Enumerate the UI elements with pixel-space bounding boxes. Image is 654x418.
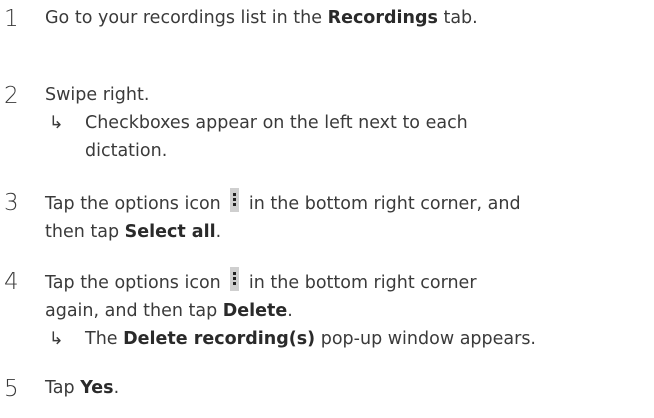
ui-term: Yes xyxy=(80,378,114,398)
options-icon xyxy=(230,188,240,212)
step-text: Swipe right. ↳ Checkboxes appear on the … xyxy=(45,81,650,165)
result-arrow-icon: ↳ xyxy=(49,113,64,133)
step-number: 4 xyxy=(4,269,19,295)
ui-term: Recordings xyxy=(327,8,438,28)
ui-term: Select all xyxy=(124,222,216,242)
ui-term: Delete recording(s) xyxy=(123,329,316,349)
instructions-page: 1 Go to your recordings list in the Reco… xyxy=(0,0,654,418)
step-text: Tap the options icon in the bottom right… xyxy=(45,267,650,353)
options-icon xyxy=(230,267,240,291)
step-number: 2 xyxy=(4,83,19,109)
step-number: 3 xyxy=(4,190,19,216)
step-result: ↳ Checkboxes appear on the left next to … xyxy=(45,109,650,165)
step-number: 1 xyxy=(4,6,19,32)
step-text: Tap the options icon in the bottom right… xyxy=(45,188,650,246)
ui-term: Delete xyxy=(222,301,288,321)
result-arrow-icon: ↳ xyxy=(49,329,64,349)
step-result: ↳ The Delete recording(s) pop-up window a… xyxy=(45,325,650,353)
step-text: Go to your recordings list in the Record… xyxy=(45,8,478,28)
step-number: 5 xyxy=(4,376,19,402)
step-text: Tap Yes. xyxy=(45,378,120,398)
